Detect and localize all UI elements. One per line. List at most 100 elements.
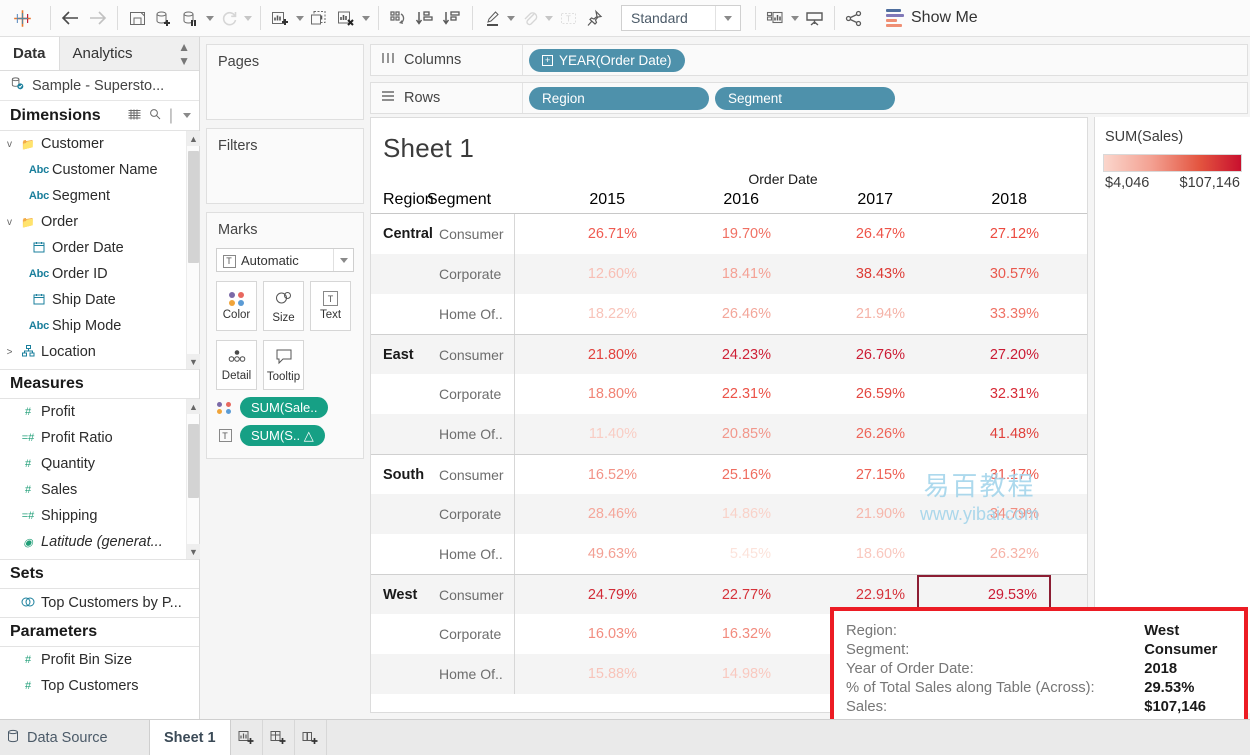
cell-segment[interactable]: Home Of.. xyxy=(439,294,515,334)
grid-view-icon[interactable] xyxy=(128,107,141,125)
highlighter-icon[interactable] xyxy=(479,4,505,32)
table-row[interactable]: East Consumer 21.80% 24.23% 26.76% 27.20% xyxy=(371,334,1087,374)
cell-value[interactable]: 5.45% xyxy=(649,534,783,574)
pill-year-order-date[interactable]: + YEAR(Order Date) xyxy=(529,48,685,72)
table-row[interactable]: Home Of.. 18.22% 26.46% 21.94% 33.39% xyxy=(371,294,1087,334)
forward-button[interactable] xyxy=(84,4,111,32)
field-group-order[interactable]: v 📁 Order xyxy=(0,209,199,235)
scroll-up-icon[interactable]: ▲ xyxy=(187,399,200,414)
save-icon[interactable] xyxy=(124,4,150,32)
field-customer-name[interactable]: Abc Customer Name xyxy=(0,157,199,183)
field-ship-mode[interactable]: Abc Ship Mode xyxy=(0,313,199,339)
field-profit[interactable]: # Profit xyxy=(0,399,199,425)
cell-value[interactable]: 41.48% xyxy=(917,414,1051,454)
field-group-customer[interactable]: v 📁 Customer xyxy=(0,131,199,157)
text-button[interactable]: T Text xyxy=(310,281,351,331)
chevron-expand-icon[interactable]: v xyxy=(4,217,15,228)
cell-region[interactable]: Central xyxy=(371,214,439,254)
field-ship-date[interactable]: Ship Date xyxy=(0,287,199,313)
cell-value[interactable]: 18.41% xyxy=(649,254,783,294)
sort-desc-icon[interactable] xyxy=(439,4,466,32)
cell-value[interactable]: 38.43% xyxy=(783,254,917,294)
table-row[interactable]: Corporate 28.46% 14.86% 21.90% 34.79% xyxy=(371,494,1087,534)
cell-value[interactable]: 25.16% xyxy=(649,455,783,494)
cell-region[interactable] xyxy=(371,294,439,334)
field-segment[interactable]: Abc Segment xyxy=(0,183,199,209)
chevron-down-icon[interactable] xyxy=(715,6,740,30)
cell-value[interactable]: 19.70% xyxy=(649,214,783,254)
cell-value[interactable]: 31.17% xyxy=(917,455,1051,494)
cell-region[interactable] xyxy=(371,414,439,454)
cell-region[interactable]: South xyxy=(371,455,439,494)
cell-value[interactable]: 22.31% xyxy=(649,374,783,414)
chevron-down-icon[interactable] xyxy=(333,249,353,271)
cell-value[interactable]: 34.79% xyxy=(917,494,1051,534)
database-plus-icon[interactable] xyxy=(150,4,177,32)
chevron-down-icon[interactable] xyxy=(206,15,214,21)
cell-value[interactable]: 22.77% xyxy=(649,575,783,614)
cell-value[interactable]: 24.79% xyxy=(515,575,649,614)
chevron-down-icon[interactable] xyxy=(296,15,304,21)
cell-segment[interactable]: Corporate xyxy=(439,254,515,294)
cell-value[interactable]: 18.22% xyxy=(515,294,649,334)
scrollbar-thumb[interactable] xyxy=(188,151,199,263)
cell-value[interactable]: 21.80% xyxy=(515,335,649,374)
scrollbar-thumb[interactable] xyxy=(188,424,199,498)
fit-dropdown[interactable]: Standard xyxy=(621,5,741,31)
cell-value[interactable]: 26.47% xyxy=(783,214,917,254)
columns-shelf[interactable]: Columns + YEAR(Order Date) xyxy=(370,44,1248,76)
sort-asc-icon[interactable] xyxy=(412,4,439,32)
chevron-down-icon[interactable] xyxy=(507,15,515,21)
cell-value[interactable]: 20.85% xyxy=(649,414,783,454)
cell-segment[interactable]: Home Of.. xyxy=(439,414,515,454)
pages-card[interactable]: Pages xyxy=(206,44,364,120)
cell-value[interactable]: 14.86% xyxy=(649,494,783,534)
data-source-tab[interactable]: Data Source xyxy=(0,720,150,755)
marks-pill-text[interactable]: T SUM(S.. △ xyxy=(216,425,363,446)
pill-segment[interactable]: Segment xyxy=(715,86,895,110)
cell-value[interactable]: 18.60% xyxy=(783,534,917,574)
table-row[interactable]: South Consumer 16.52% 25.16% 27.15% 31.17% xyxy=(371,454,1087,494)
pill-region[interactable]: Region xyxy=(529,86,709,110)
tab-data[interactable]: Data xyxy=(0,37,60,70)
tab-analytics[interactable]: Analytics xyxy=(60,37,146,70)
chevron-down-icon[interactable] xyxy=(545,15,553,21)
chevron-expand-icon[interactable]: > xyxy=(4,347,15,358)
scroll-down-icon[interactable]: ▼ xyxy=(187,544,200,559)
cell-value[interactable]: 11.40% xyxy=(515,414,649,454)
cell-value[interactable]: 12.60% xyxy=(515,254,649,294)
refresh-icon[interactable] xyxy=(216,4,242,32)
field-top-customers-by-profit[interactable]: Top Customers by P... xyxy=(0,589,199,617)
new-story-icon[interactable] xyxy=(295,720,327,755)
paperclip-icon[interactable] xyxy=(517,4,543,32)
pushpin-icon[interactable] xyxy=(581,4,607,32)
tableau-logo-icon[interactable] xyxy=(0,8,44,29)
cell-segment[interactable]: Corporate xyxy=(439,374,515,414)
swap-icon[interactable] xyxy=(385,4,412,32)
pill-sum-sales-color[interactable]: SUM(Sale.. xyxy=(240,397,329,418)
cell-region[interactable] xyxy=(371,494,439,534)
pill-sum-sales-text[interactable]: SUM(S.. △ xyxy=(240,425,325,446)
filters-card[interactable]: Filters xyxy=(206,128,364,204)
cell-value[interactable]: 21.90% xyxy=(783,494,917,534)
cell-value[interactable]: 18.80% xyxy=(515,374,649,414)
chevron-down-icon[interactable] xyxy=(791,15,799,21)
cell-value[interactable]: 28.46% xyxy=(515,494,649,534)
table-row[interactable]: Central Consumer 26.71% 19.70% 26.47% 27.12% xyxy=(371,214,1087,254)
cell-value[interactable]: 26.76% xyxy=(783,335,917,374)
share-icon[interactable] xyxy=(841,4,868,32)
field-order-id[interactable]: Abc Order ID xyxy=(0,261,199,287)
size-button[interactable]: Size xyxy=(263,281,304,331)
presentation-icon[interactable] xyxy=(801,4,828,32)
cell-segment[interactable]: Home Of.. xyxy=(439,654,515,694)
cell-value[interactable]: 26.71% xyxy=(515,214,649,254)
field-sales[interactable]: # Sales xyxy=(0,477,199,503)
cell-value[interactable]: 26.26% xyxy=(783,414,917,454)
chart-plus-icon[interactable] xyxy=(267,4,294,32)
chevron-down-icon[interactable] xyxy=(183,113,191,118)
chevron-down-icon[interactable] xyxy=(244,15,252,21)
cell-segment[interactable]: Consumer xyxy=(439,455,515,494)
chevron-down-icon[interactable] xyxy=(362,15,370,21)
detail-button[interactable]: Detail xyxy=(216,340,257,390)
cell-value[interactable]: 27.15% xyxy=(783,455,917,494)
